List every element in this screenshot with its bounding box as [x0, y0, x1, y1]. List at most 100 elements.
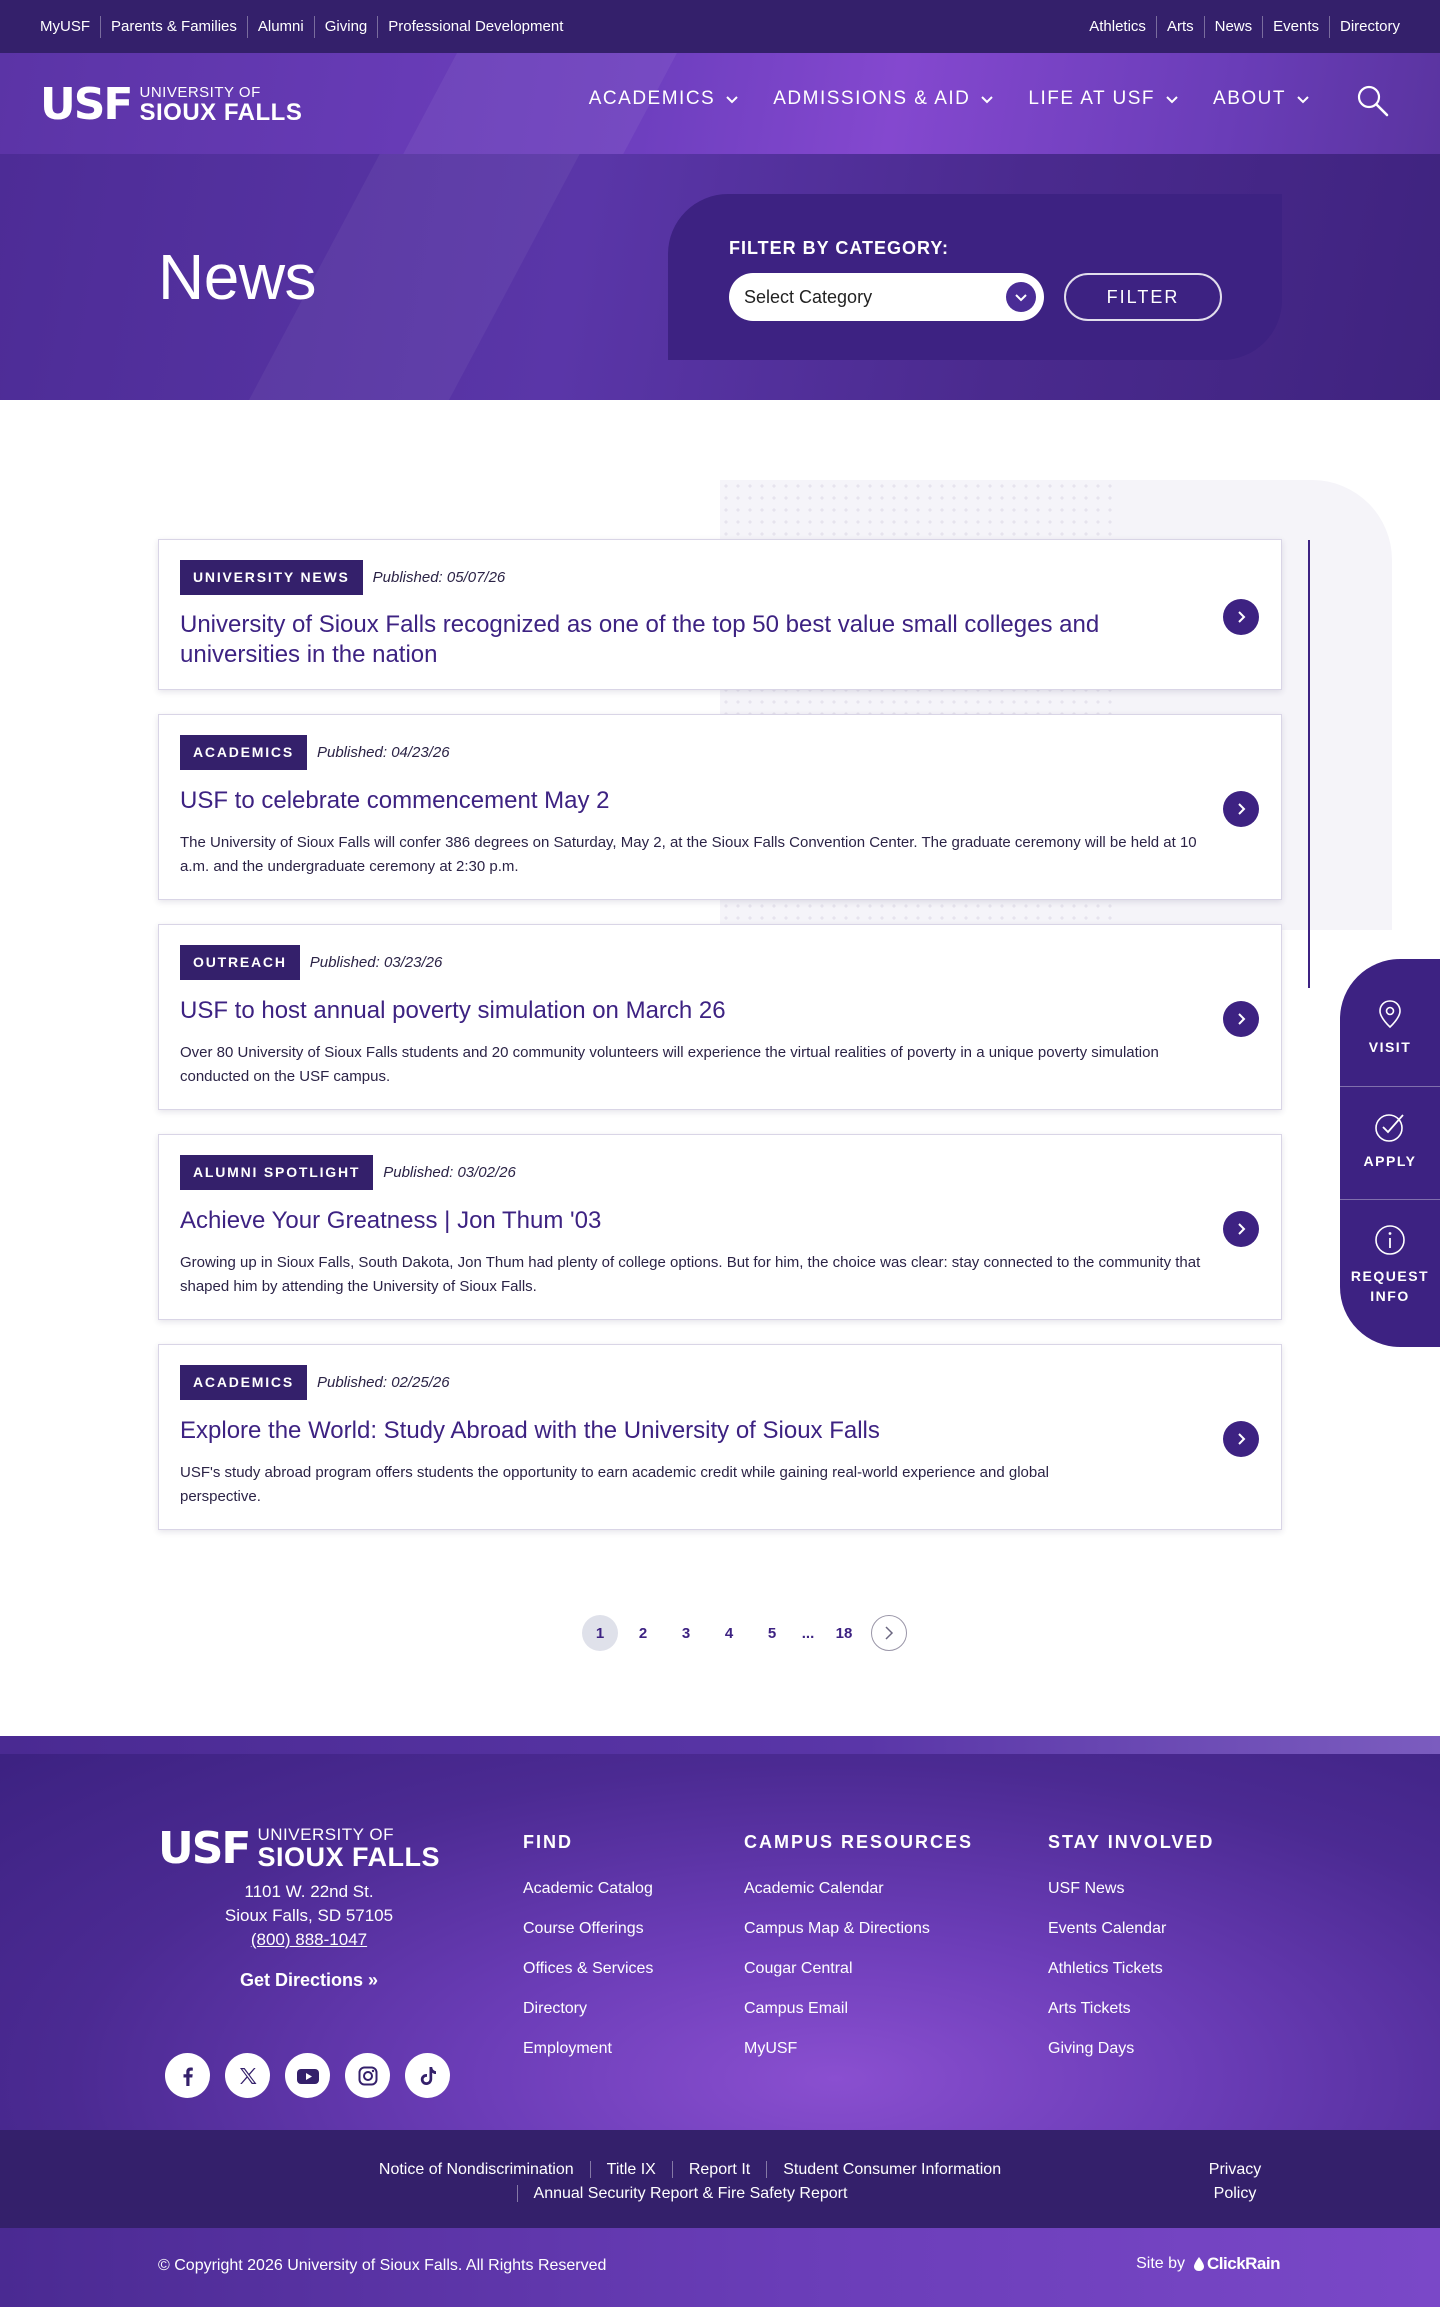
facebook-icon[interactable]: [165, 2053, 210, 2098]
usf-logo[interactable]: USF UNIVERSITY OF SIOUX FALLS: [40, 83, 302, 127]
category-badge[interactable]: UNIVERSITY NEWS: [180, 560, 363, 595]
page-1-button[interactable]: 1: [582, 1615, 618, 1651]
news-card[interactable]: OUTREACH Published: 03/23/26 USF to host…: [158, 924, 1282, 1110]
utility-link-myusf[interactable]: MyUSF: [40, 16, 100, 38]
legal-link-consumer-info[interactable]: Student Consumer Information: [766, 2161, 1018, 2178]
next-page-button[interactable]: [871, 1615, 907, 1651]
utility-link-events[interactable]: Events: [1262, 15, 1329, 38]
site-by-credit[interactable]: Site by ClickRain: [1136, 2254, 1280, 2274]
cta-visit[interactable]: VISIT: [1340, 999, 1440, 1055]
legal-link-title-ix[interactable]: Title IX: [589, 2161, 672, 2178]
news-card[interactable]: ACADEMICS Published: 02/25/26 Explore th…: [158, 1344, 1282, 1530]
nav-admissions-aid[interactable]: ADMISSIONS & AID: [773, 88, 994, 110]
category-badge[interactable]: ACADEMICS: [180, 735, 307, 770]
page-18-button[interactable]: 18: [826, 1615, 862, 1651]
footer-link[interactable]: Campus Map & Directions: [744, 1919, 973, 1939]
chevron-right-icon[interactable]: [1223, 599, 1259, 635]
footer-link[interactable]: USF News: [1048, 1879, 1214, 1899]
logo-line-1: UNIVERSITY OF: [139, 84, 261, 101]
logo-mark: USF: [40, 79, 133, 130]
chevron-right-icon[interactable]: [1223, 1001, 1259, 1037]
footer-link[interactable]: Athletics Tickets: [1048, 1959, 1214, 1979]
news-card[interactable]: ACADEMICS Published: 04/23/26 USF to cel…: [158, 714, 1282, 900]
page-2-button[interactable]: 2: [625, 1615, 661, 1651]
chevron-right-icon[interactable]: [1223, 791, 1259, 827]
news-card-meta: UNIVERSITY NEWS Published: 05/07/26: [180, 560, 505, 595]
nav-label: ADMISSIONS & AID: [773, 88, 971, 109]
footer-link[interactable]: Employment: [523, 2039, 653, 2059]
news-card-summary: USF's study abroad program offers studen…: [180, 1464, 1049, 1505]
utility-link-parents[interactable]: Parents & Families: [100, 15, 247, 38]
tiktok-icon[interactable]: [405, 2053, 450, 2098]
logo-line-2: SIOUX FALLS: [257, 1842, 441, 1872]
category-badge[interactable]: ACADEMICS: [180, 1365, 307, 1400]
footer-link[interactable]: Giving Days: [1048, 2039, 1214, 2059]
legal-link-security-report[interactable]: Annual Security Report & Fire Safety Rep…: [516, 2185, 864, 2202]
utility-link-news[interactable]: News: [1203, 15, 1263, 38]
get-directions-link[interactable]: Get Directions »: [160, 1970, 458, 1991]
filter-button[interactable]: FILTER: [1064, 273, 1222, 321]
logo-mark: USF: [158, 1822, 251, 1874]
nav-label: LIFE AT USF: [1028, 88, 1156, 109]
category-badge[interactable]: ALUMNI SPOTLIGHT: [180, 1155, 374, 1190]
footer-link[interactable]: Offices & Services: [523, 1959, 653, 1979]
chevron-right-icon[interactable]: [1223, 1211, 1259, 1247]
chevron-right-icon[interactable]: [1223, 1421, 1259, 1457]
footer-link[interactable]: Academic Catalog: [523, 1879, 653, 1899]
footer-link[interactable]: MyUSF: [744, 2039, 973, 2059]
page-4-button[interactable]: 4: [711, 1615, 747, 1651]
primary-nav-links: ACADEMICS ADMISSIONS & AID LIFE AT USF A…: [589, 88, 1310, 110]
news-card-meta: ACADEMICS Published: 04/23/26: [180, 735, 450, 770]
utility-link-alumni[interactable]: Alumni: [246, 15, 314, 38]
news-card-summary: The University of Sioux Falls will confe…: [180, 834, 1197, 875]
nav-label: ABOUT: [1213, 88, 1286, 109]
footer-link[interactable]: Arts Tickets: [1048, 1999, 1214, 2019]
page-5-button[interactable]: 5: [754, 1615, 790, 1651]
category-badge[interactable]: OUTREACH: [180, 945, 300, 980]
nav-about[interactable]: ABOUT: [1213, 88, 1310, 110]
utility-link-athletics[interactable]: Athletics: [1089, 16, 1156, 38]
category-select[interactable]: Select Category: [729, 273, 1044, 321]
news-card-title[interactable]: Achieve Your Greatness | Jon Thum '03: [180, 1206, 1200, 1236]
cta-request-label: REQUEST INFO: [1351, 1266, 1429, 1306]
cta-request-line-1: REQUEST: [1350, 1268, 1430, 1284]
utility-links-left: MyUSF Parents & Families Alumni Giving P…: [40, 15, 573, 38]
instagram-icon[interactable]: [345, 2053, 390, 2098]
footer-link[interactable]: Cougar Central: [744, 1959, 973, 1979]
footer-link[interactable]: Events Calendar: [1048, 1919, 1214, 1939]
footer-link[interactable]: Directory: [523, 1999, 653, 2019]
cta-request-info[interactable]: REQUEST INFO: [1340, 1224, 1440, 1306]
footer-link[interactable]: Academic Calendar: [744, 1879, 973, 1899]
search-icon[interactable]: [1356, 84, 1390, 118]
utility-link-giving[interactable]: Giving: [313, 15, 378, 38]
footer-link-list: Academic Calendar Campus Map & Direction…: [744, 1879, 973, 2059]
cta-divider: [1340, 1086, 1440, 1087]
chevron-down-icon: [1297, 96, 1309, 104]
nav-academics[interactable]: ACADEMICS: [589, 88, 739, 110]
phone-link[interactable]: (800) 888-1047: [160, 1928, 458, 1952]
utility-link-arts[interactable]: Arts: [1155, 15, 1204, 38]
news-card-title[interactable]: USF to host annual poverty simulation on…: [180, 996, 1200, 1026]
page-3-button[interactable]: 3: [668, 1615, 704, 1651]
utility-link-professional-development[interactable]: Professional Development: [377, 15, 573, 38]
footer-link[interactable]: Campus Email: [744, 1999, 973, 2019]
cta-apply[interactable]: APPLY: [1340, 1111, 1440, 1169]
privacy-line-1: Privacy: [1208, 2161, 1262, 2178]
footer-link[interactable]: Course Offerings: [523, 1919, 653, 1939]
youtube-icon[interactable]: [285, 2053, 330, 2098]
nav-life-at-usf[interactable]: LIFE AT USF: [1028, 88, 1179, 110]
news-card-title[interactable]: University of Sioux Falls recognized as …: [180, 610, 1200, 670]
footer-usf-logo[interactable]: USF UNIVERSITY OF SIOUX FALLS: [158, 1826, 440, 1871]
utility-link-directory[interactable]: Directory: [1328, 15, 1400, 38]
news-card-title[interactable]: Explore the World: Study Abroad with the…: [180, 1416, 1200, 1446]
x-icon[interactable]: [225, 2053, 270, 2098]
legal-link-report-it[interactable]: Report It: [671, 2161, 767, 2178]
news-card[interactable]: ALUMNI SPOTLIGHT Published: 03/02/26 Ach…: [158, 1134, 1282, 1320]
news-card-meta: ACADEMICS Published: 02/25/26: [180, 1365, 450, 1400]
footer-link-list: USF News Events Calendar Athletics Ticke…: [1048, 1879, 1214, 2059]
privacy-policy-link[interactable]: Privacy Policy: [1190, 2158, 1280, 2206]
category-filter-panel: FILTER BY CATEGORY: Select Category FILT…: [668, 194, 1282, 360]
news-card-title[interactable]: USF to celebrate commencement May 2: [180, 786, 1200, 816]
news-card[interactable]: UNIVERSITY NEWS Published: 05/07/26 Univ…: [158, 539, 1282, 690]
legal-link-nondiscrimination[interactable]: Notice of Nondiscrimination: [363, 2161, 590, 2178]
